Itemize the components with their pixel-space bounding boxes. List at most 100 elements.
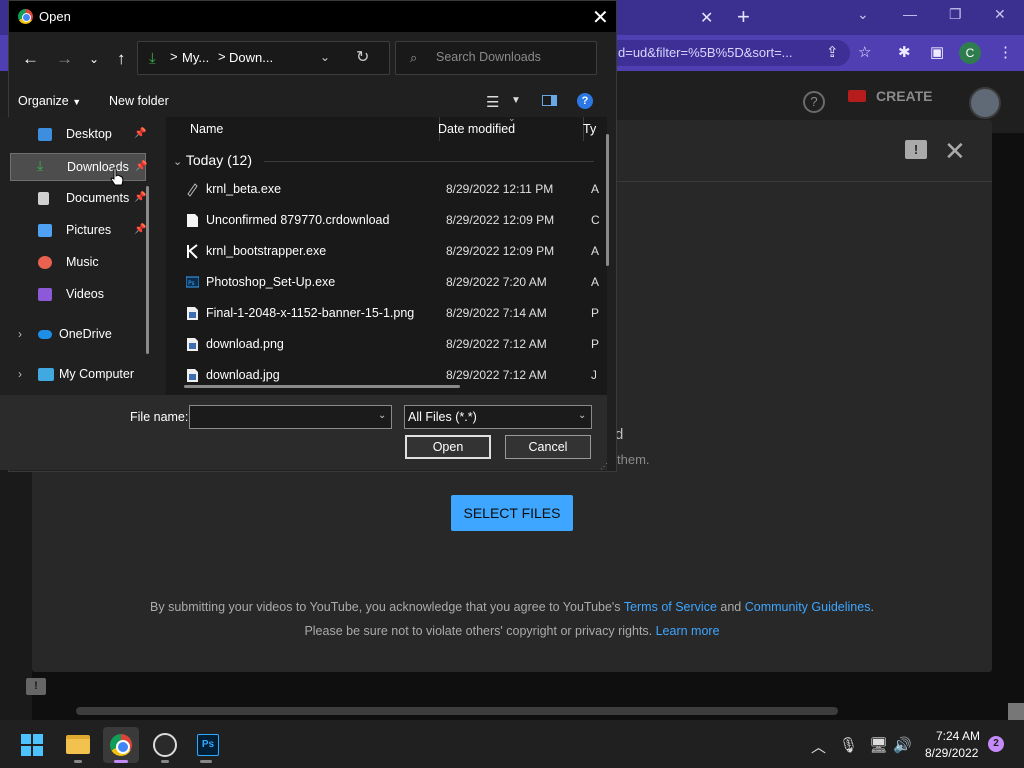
volume-icon[interactable]: 🔊 [893,736,912,754]
download-arrow-icon: ⤓ [149,50,156,67]
file-row[interactable]: download.png 8/29/2022 7:12 AM P [166,329,599,360]
drag-drop-subtitle: them. [617,452,650,467]
dialog-title: Open [39,9,71,24]
window-close-icon[interactable]: ✕ [994,6,1006,23]
notification-badge[interactable]: 2 [988,736,1004,752]
profile-avatar[interactable]: C [959,42,981,64]
clock-time[interactable]: 7:24 AM [936,729,980,743]
clock-date[interactable]: 8/29/2022 [925,746,978,760]
terms-of-service-link[interactable]: Terms of Service [624,600,717,614]
refresh-icon[interactable]: ↻ [356,47,369,67]
group-header-today[interactable]: ⌄ Today (12) [173,152,252,168]
tab-close-icon[interactable]: ✕ [700,8,713,28]
up-arrow-icon[interactable]: ↑ [117,49,126,69]
column-header-type[interactable]: Ty [583,122,596,136]
page-scrollbar-thumb[interactable] [1008,703,1024,720]
nav-item-label: Music [66,255,99,269]
open-button[interactable]: Open [405,435,491,459]
recent-locations-chevron-icon[interactable]: ⌄ [89,52,99,66]
nav-pane-scrollbar[interactable] [146,186,149,354]
file-row[interactable]: krnl_bootstrapper.exe 8/29/2022 12:09 PM… [166,236,599,267]
file-name: download.png [206,337,284,351]
nav-item-label: Desktop [66,127,112,141]
file-explorer-icon[interactable] [66,735,90,754]
omnibox-url[interactable]: d=ud&filter=%5B%5D&sort=... [618,45,818,60]
search-placeholder[interactable]: Search Downloads [436,50,541,64]
bookmark-star-icon[interactable]: ☆ [858,43,871,61]
microphone-icon[interactable]: 🎙 [839,736,858,754]
file-name-chevron-icon[interactable]: ⌄ [378,410,386,421]
close-icon[interactable]: ✕ [944,136,966,167]
horizontal-scrollbar[interactable] [76,707,838,715]
expand-chevron-icon[interactable]: › [18,327,22,341]
new-tab-icon[interactable]: + [737,4,750,30]
feedback-icon[interactable]: ! [905,140,927,159]
nav-item-pictures[interactable]: Pictures 📌 [8,217,158,245]
breadcrumb-downloads[interactable]: Down... [229,50,273,65]
file-row[interactable]: Unconfirmed 879770.crdownload 8/29/2022 … [166,205,600,236]
help-icon[interactable]: ? [803,91,825,113]
extensions-icon[interactable]: ✱ [898,43,911,61]
file-list-vertical-scrollbar[interactable] [606,134,609,266]
nav-item-onedrive[interactable]: › OneDrive [8,321,158,349]
windows-start-icon[interactable] [21,734,43,756]
photoshop-icon[interactable]: Ps [197,734,219,756]
nav-item-desktop[interactable]: Desktop 📌 [8,121,158,149]
view-options-icon[interactable]: ☰ [486,93,499,111]
help-icon[interactable]: ? [577,93,593,109]
pin-icon: 📌 [134,224,147,235]
address-history-chevron-icon[interactable]: ⌄ [320,50,330,64]
share-icon[interactable]: ⇪ [826,43,839,61]
file-row[interactable]: download.jpg 8/29/2022 7:12 AM J [166,360,596,384]
file-list-horizontal-scrollbar[interactable] [184,385,460,388]
channel-avatar[interactable] [969,87,1001,119]
nav-item-label: My Computer [59,367,135,381]
restore-icon[interactable]: ❐ [949,6,962,23]
column-header-name[interactable]: Name [190,122,223,136]
dialog-close-icon[interactable]: ✕ [592,5,609,30]
computer-icon [38,368,54,381]
community-guidelines-link[interactable]: Community Guidelines [745,600,871,614]
back-arrow-icon[interactable]: ← [22,49,39,69]
side-panel-icon[interactable]: ▣ [930,43,944,61]
file-date: 8/29/2022 7:20 AM [446,275,547,289]
column-header-date-modified[interactable]: Date modified [438,122,515,136]
create-button[interactable]: CREATE [848,88,948,116]
tab-search-icon[interactable]: ⌄ [857,6,869,23]
nav-item-downloads[interactable]: ⤓ Downloads 📌 [10,153,147,181]
send-feedback-icon[interactable]: ! [26,678,46,695]
file-name: download.jpg [206,368,280,382]
minimize-icon[interactable]: — [903,6,917,22]
resize-grip-icon[interactable]: ⋰ [600,462,608,471]
pin-icon: 📌 [134,192,147,203]
file-row[interactable]: krnl_beta.exe 8/29/2022 12:11 PM A [166,174,599,205]
file-type-value[interactable]: All Files (*.*) [408,410,477,424]
breadcrumb-my[interactable]: My... [182,50,209,65]
view-chevron-icon[interactable]: ▼ [511,95,521,106]
nav-item-videos[interactable]: Videos [8,281,158,309]
organize-menu-button[interactable]: Organize ▼ [18,94,81,108]
image-file-icon [187,369,198,382]
file-type: J [591,368,596,382]
file-row[interactable]: Final-1-2048-x-1152-banner-15-1.png 8/29… [166,298,599,329]
nav-item-label: Pictures [66,223,112,237]
learn-more-link[interactable]: Learn more [656,624,720,638]
file-name-input[interactable] [189,405,392,429]
file-row[interactable]: Ps Photoshop_Set-Up.exe 8/29/2022 7:20 A… [166,267,599,298]
chrome-icon[interactable] [110,734,132,756]
show-hidden-icons-chevron-icon[interactable]: ︿ [811,736,826,757]
nav-item-my-computer[interactable]: › My Computer [8,361,158,389]
expand-chevron-icon[interactable]: › [18,367,22,381]
forward-arrow-icon[interactable]: → [56,49,73,69]
new-folder-button[interactable]: New folder [109,94,169,108]
cancel-button[interactable]: Cancel [505,435,591,459]
network-icon[interactable]: 🖥 [869,736,888,754]
preview-pane-icon[interactable] [542,95,557,106]
select-files-button[interactable]: SELECT FILES [451,495,573,531]
file-type-chevron-icon[interactable]: ⌄ [578,410,586,421]
nav-item-documents[interactable]: Documents 📌 [8,185,158,213]
browser-menu-icon[interactable]: ⋮ [998,43,1013,61]
file-name-label: File name: [130,410,189,424]
obs-studio-icon[interactable] [153,733,177,757]
nav-item-music[interactable]: Music [8,249,158,277]
